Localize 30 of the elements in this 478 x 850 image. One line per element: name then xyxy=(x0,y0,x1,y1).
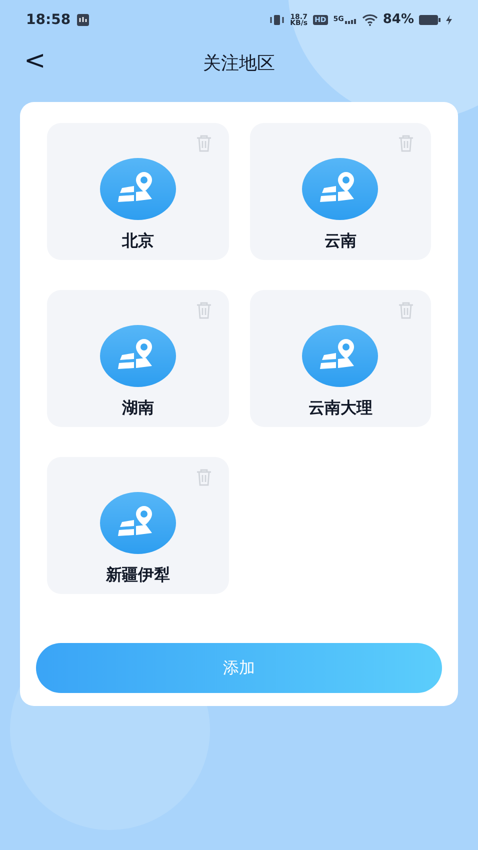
region-name: 湖南 xyxy=(122,397,154,419)
signal-icon xyxy=(344,16,357,24)
wifi-icon xyxy=(362,14,378,26)
delete-icon[interactable] xyxy=(397,301,415,319)
charging-icon xyxy=(446,15,452,25)
delete-icon[interactable] xyxy=(194,301,212,319)
map-pin-icon xyxy=(100,325,176,387)
map-pin-icon xyxy=(302,158,378,220)
region-tile[interactable]: 北京 xyxy=(47,123,228,260)
battery-percent: 84% xyxy=(382,11,414,30)
page-title: 关注地区 xyxy=(203,52,275,76)
app-notification-icon xyxy=(76,14,89,26)
region-tile[interactable]: 新疆伊犁 xyxy=(47,457,228,594)
status-time: 18:58 xyxy=(26,10,71,30)
region-name: 云南大理 xyxy=(308,397,372,419)
region-tile[interactable]: 湖南 xyxy=(47,290,228,427)
region-name: 新疆伊犁 xyxy=(106,564,170,586)
delete-icon[interactable] xyxy=(194,134,212,152)
map-pin-icon xyxy=(100,158,176,220)
map-pin-icon xyxy=(302,325,378,387)
delete-icon[interactable] xyxy=(397,134,415,152)
region-tile[interactable]: 云南 xyxy=(250,123,431,260)
map-pin-icon xyxy=(100,492,176,554)
region-tile[interactable]: 云南大理 xyxy=(250,290,431,427)
battery-icon xyxy=(419,15,441,25)
delete-icon[interactable] xyxy=(194,468,212,486)
vibrate-icon xyxy=(269,15,286,25)
region-name: 北京 xyxy=(122,230,154,252)
back-button[interactable]: < xyxy=(22,46,48,76)
region-name: 云南 xyxy=(324,230,356,252)
